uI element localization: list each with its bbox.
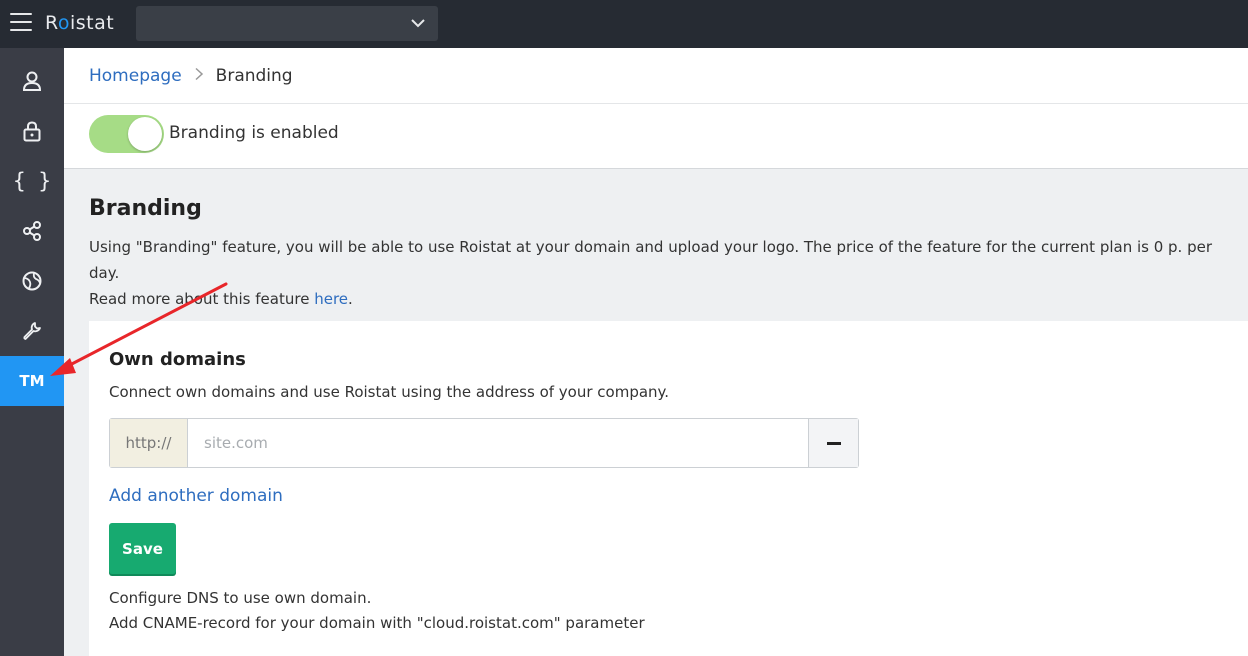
breadcrumb: Homepage Branding (89, 66, 293, 86)
page-title: Branding (89, 196, 202, 221)
chevron-right-icon (194, 66, 204, 86)
dns-instruction-1: Configure DNS to use own domain. (109, 589, 372, 607)
domain-input[interactable] (188, 419, 808, 467)
add-domain-link[interactable]: Add another domain (109, 486, 283, 506)
user-icon (22, 71, 42, 91)
app-logo[interactable]: Roistat (45, 12, 114, 34)
read-more-link[interactable]: here (314, 290, 348, 308)
own-domains-subtitle: Connect own domains and use Roistat usin… (109, 383, 670, 401)
globe-icon (22, 271, 42, 291)
menu-icon[interactable] (10, 13, 32, 33)
dns-instruction-2: Add CNAME-record for your domain with "c… (109, 614, 645, 632)
sidebar: { } TM (0, 48, 64, 656)
project-select[interactable] (136, 6, 438, 41)
sidebar-item-branding[interactable]: TM (0, 356, 64, 406)
own-domains-title: Own domains (109, 349, 246, 370)
sidebar-item-integrations[interactable] (0, 206, 64, 256)
breadcrumb-home-link[interactable]: Homepage (89, 66, 182, 86)
sidebar-item-domains[interactable] (0, 256, 64, 306)
header-panel: Homepage Branding Branding is enabled (64, 48, 1248, 169)
toggle-knob (128, 117, 162, 151)
protocol-prefix: http:// (110, 419, 188, 467)
breadcrumb-current: Branding (215, 66, 293, 86)
own-domains-card: Own domains Connect own domains and use … (89, 321, 1248, 656)
lock-icon (23, 121, 41, 142)
save-button[interactable]: Save (109, 523, 176, 574)
sidebar-item-code[interactable]: { } (0, 156, 64, 206)
branding-toggle[interactable] (89, 115, 164, 153)
braces-icon: { } (13, 169, 51, 193)
chevron-down-icon (411, 19, 425, 28)
read-more-period: . (348, 290, 353, 308)
sidebar-item-settings[interactable] (0, 306, 64, 356)
sidebar-item-profile[interactable] (0, 56, 64, 106)
share-icon (23, 221, 41, 241)
page-description: Using "Branding" feature, you will be ab… (89, 234, 1239, 312)
wrench-icon (23, 322, 41, 340)
top-bar: Roistat (0, 0, 1248, 48)
remove-domain-button[interactable] (808, 419, 858, 467)
minus-icon (826, 441, 841, 445)
toggle-label: Branding is enabled (169, 123, 339, 143)
read-more-text: Read more about this feature (89, 290, 310, 308)
domain-input-group: http:// (109, 418, 859, 468)
divider (64, 103, 1248, 104)
description-text: Using "Branding" feature, you will be ab… (89, 238, 1213, 282)
sidebar-item-security[interactable] (0, 106, 64, 156)
trademark-icon: TM (19, 372, 45, 390)
